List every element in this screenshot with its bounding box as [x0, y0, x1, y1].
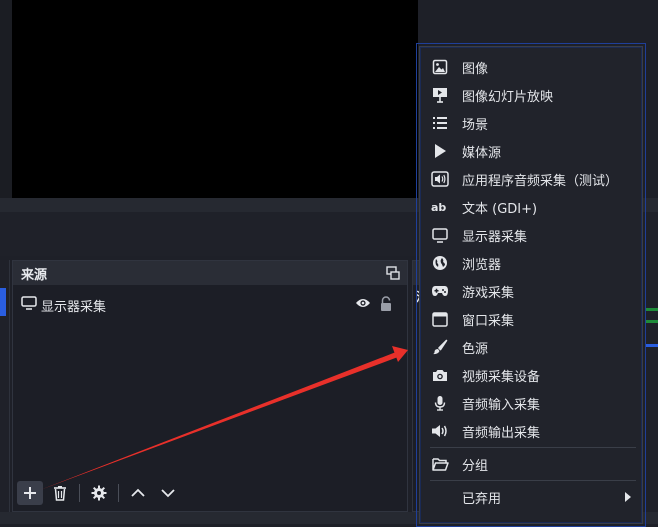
lock-icon[interactable] — [379, 296, 393, 316]
gear-icon — [91, 485, 107, 501]
plus-icon — [24, 487, 36, 499]
menu-item-icon-spacer — [430, 487, 450, 507]
camera-icon — [430, 365, 450, 385]
menu-separator — [430, 480, 636, 481]
menu-item-video-capture-device[interactable]: 视频采集设备 — [428, 362, 636, 388]
toolbar-separator — [118, 484, 119, 502]
menu-item-image[interactable]: 图像 — [428, 54, 636, 80]
menu-separator — [430, 447, 636, 448]
menu-item-image-slideshow[interactable]: 图像幻灯片放映 — [428, 82, 636, 108]
menu-item-scene[interactable]: 场景 — [428, 110, 636, 136]
menu-item-label: 场景 — [462, 117, 489, 133]
sources-panel-header: 来源 — [13, 261, 407, 285]
menu-item-text-gdi[interactable]: ab 文本 (GDI+) — [428, 194, 636, 220]
slideshow-icon — [430, 85, 450, 105]
menu-item-color-source[interactable]: 色源 — [428, 334, 636, 360]
volume-slider[interactable] — [646, 344, 658, 347]
menu-item-media-source[interactable]: 媒体源 — [428, 138, 636, 164]
volume-meter — [646, 308, 658, 311]
menu-item-window-capture[interactable]: 窗口采集 — [428, 306, 636, 332]
add-source-menu: 图像 图像幻灯片放映 场景 媒体源 应用程序音频采集（测试） ab 文本 (GD… — [416, 43, 646, 527]
menu-item-display-capture[interactable]: 显示器采集 — [428, 222, 636, 248]
window-icon — [430, 309, 450, 329]
trash-icon — [54, 486, 66, 501]
remove-source-button[interactable] — [47, 481, 73, 505]
monitor-icon — [21, 296, 37, 314]
menu-item-audio-output-capture[interactable]: 音频输出采集 — [428, 418, 636, 444]
menu-item-app-audio-capture[interactable]: 应用程序音频采集（测试） — [428, 166, 636, 192]
move-down-button[interactable] — [155, 481, 181, 505]
menu-item-label: 图像幻灯片放映 — [462, 89, 554, 105]
scenes-panel-edge — [0, 260, 10, 512]
speaker-icon — [430, 421, 450, 441]
menu-item-audio-input-capture[interactable]: 音频输入采集 — [428, 390, 636, 416]
menu-item-label: 音频输入采集 — [462, 397, 541, 413]
globe-icon — [430, 253, 450, 273]
menu-item-label: 已弃用 — [462, 491, 502, 507]
right-dock-edge — [642, 212, 658, 524]
list-icon — [430, 113, 450, 133]
menu-item-deprecated[interactable]: 已弃用 — [428, 484, 636, 510]
selected-scene-indicator[interactable] — [0, 288, 6, 316]
menu-item-label: 图像 — [462, 61, 489, 77]
menu-item-label: 色源 — [462, 341, 489, 357]
menu-item-label: 音频输出采集 — [462, 425, 541, 441]
svg-text:ab: ab — [431, 201, 446, 214]
image-icon — [430, 57, 450, 77]
sources-panel: 来源 显示器采集 — [12, 260, 408, 512]
menu-item-label: 分组 — [462, 458, 489, 474]
menu-item-game-capture[interactable]: 游戏采集 — [428, 278, 636, 304]
menu-item-label: 显示器采集 — [462, 229, 528, 245]
menu-item-label: 视频采集设备 — [462, 369, 541, 385]
source-item[interactable]: 显示器采集 — [21, 295, 399, 315]
add-source-button[interactable] — [17, 481, 43, 505]
menu-item-label: 浏览器 — [462, 257, 502, 273]
text-icon: ab — [430, 197, 450, 217]
menu-item-label: 窗口采集 — [462, 313, 515, 329]
chevron-right-icon — [624, 491, 632, 507]
preview-canvas[interactable] — [12, 0, 418, 198]
app-audio-icon — [430, 169, 450, 189]
source-item-label: 显示器采集 — [41, 299, 107, 315]
sources-panel-title: 来源 — [21, 267, 48, 283]
chevron-down-icon — [161, 489, 175, 498]
monitor-icon — [430, 225, 450, 245]
chevron-up-icon — [131, 488, 145, 497]
menu-item-browser[interactable]: 浏览器 — [428, 250, 636, 276]
source-properties-button[interactable] — [86, 481, 112, 505]
menu-item-label: 游戏采集 — [462, 285, 515, 301]
folder-icon — [430, 454, 450, 474]
microphone-icon — [430, 393, 450, 413]
menu-item-label: 应用程序音频采集（测试） — [462, 173, 619, 189]
menu-item-label: 文本 (GDI+) — [462, 201, 538, 217]
visibility-eye-icon[interactable] — [355, 297, 371, 313]
gamepad-icon — [430, 281, 450, 301]
sources-toolbar — [17, 481, 185, 505]
menu-item-group[interactable]: 分组 — [428, 451, 636, 477]
brush-icon — [430, 337, 450, 357]
left-gutter — [0, 0, 12, 198]
toolbar-separator — [79, 484, 80, 502]
volume-meter — [646, 320, 658, 323]
move-up-button[interactable] — [125, 481, 151, 505]
menu-item-label: 媒体源 — [462, 145, 502, 161]
undock-icon[interactable] — [385, 265, 401, 281]
play-icon — [430, 141, 450, 161]
